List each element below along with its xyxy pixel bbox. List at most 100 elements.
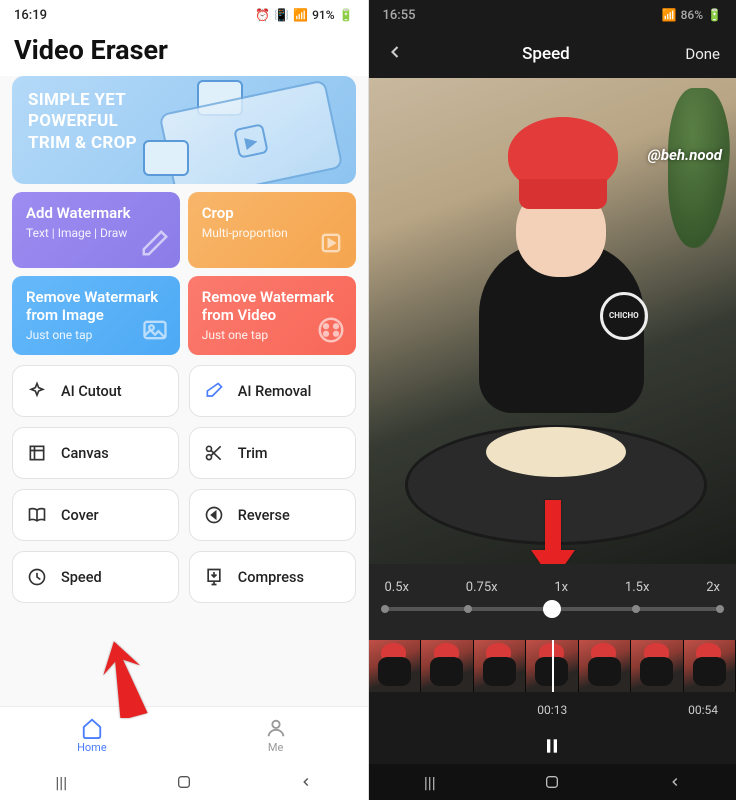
home-button[interactable]	[159, 774, 209, 790]
tool-label: Cover	[61, 507, 99, 524]
back-button[interactable]	[385, 42, 407, 66]
canvas-icon	[27, 443, 47, 463]
back-button[interactable]	[650, 775, 700, 789]
feature-title: Crop	[202, 204, 342, 222]
feature-title: Add Watermark	[26, 204, 166, 222]
shirt-logo: CHICHO	[600, 292, 648, 340]
vibrate-icon: 📳	[274, 8, 289, 22]
hero-decoration	[143, 140, 189, 176]
speed-icon	[27, 567, 47, 587]
speed-label: 0.5x	[385, 580, 410, 595]
speed-handle[interactable]	[543, 600, 561, 618]
recents-button[interactable]: |||	[36, 773, 86, 792]
video-watermark: @beh.nood	[648, 146, 722, 164]
status-bar: 16:19 ⏰ 📳 📶 91% 🔋	[0, 0, 368, 30]
speed-tick	[381, 605, 389, 613]
book-icon	[27, 505, 47, 525]
done-button[interactable]: Done	[685, 45, 720, 63]
recents-button[interactable]: |||	[405, 773, 455, 792]
video-preview[interactable]: CHICHO @beh.nood	[369, 78, 736, 564]
nav-home[interactable]: Home	[0, 707, 184, 764]
battery-text: 86%	[681, 8, 703, 22]
feature-remove-watermark-video[interactable]: Remove Watermark from Video Just one tap	[188, 276, 356, 355]
home-icon	[81, 717, 103, 739]
playhead[interactable]	[552, 640, 554, 692]
speed-label: 1.5x	[625, 580, 650, 595]
tool-ai-removal[interactable]: AI Removal	[189, 365, 356, 417]
back-button[interactable]	[281, 775, 331, 789]
tool-label: Canvas	[61, 445, 109, 462]
reverse-icon	[204, 505, 224, 525]
tool-trim[interactable]: Trim	[189, 427, 356, 479]
tool-speed[interactable]: Speed	[12, 551, 179, 603]
hero-banner[interactable]: SIMPLE YET POWERFUL TRIM & CROP ▶	[12, 76, 356, 184]
time-display: 00:13 00:54	[369, 692, 736, 728]
crop-icon	[316, 228, 346, 258]
home-button[interactable]	[527, 774, 577, 790]
nav-me[interactable]: Me	[184, 707, 368, 764]
pause-button[interactable]	[539, 733, 565, 759]
tool-canvas[interactable]: Canvas	[12, 427, 179, 479]
editor-header: Speed Done	[369, 30, 736, 78]
tool-ai-cutout[interactable]: AI Cutout	[12, 365, 179, 417]
speed-editor-screen: 16:55 📶 86% 🔋 Speed Done CHICHO @beh.noo…	[369, 0, 736, 800]
android-nav: |||	[369, 764, 736, 800]
alarm-icon: ⏰	[255, 8, 270, 22]
timeline-frame	[421, 640, 474, 692]
speed-tick	[464, 605, 472, 613]
timeline-frame	[579, 640, 632, 692]
tool-cover[interactable]: Cover	[12, 489, 179, 541]
battery-icon: 🔋	[707, 8, 722, 22]
chef-hat-shape	[508, 117, 618, 193]
video-timeline[interactable]	[369, 640, 736, 692]
speed-slider-panel: 0.5x 0.75x 1x 1.5x 2x	[369, 564, 736, 640]
pencil-icon	[140, 228, 170, 258]
play-icon: ▶	[233, 123, 269, 159]
tool-label: Compress	[238, 569, 304, 586]
signal-icon: 📶	[662, 8, 677, 22]
speed-tick	[632, 605, 640, 613]
nav-label: Home	[77, 741, 107, 754]
compress-icon	[204, 567, 224, 587]
timeline-frame	[631, 640, 684, 692]
status-icons: ⏰ 📳 📶 91% 🔋	[255, 8, 353, 22]
film-icon	[316, 315, 346, 345]
current-time: 00:13	[537, 703, 567, 717]
tool-label: AI Cutout	[61, 383, 122, 400]
battery-icon: 🔋	[339, 8, 354, 22]
app-title: Video Eraser	[14, 34, 354, 66]
bottom-nav: Home Me	[0, 706, 368, 764]
feature-crop[interactable]: Crop Multi-proportion	[188, 192, 356, 268]
feature-grid: Add Watermark Text | Image | Draw Crop M…	[0, 192, 368, 365]
status-time: 16:19	[14, 8, 47, 23]
speed-tick	[716, 605, 724, 613]
timeline-frame	[474, 640, 527, 692]
speed-labels: 0.5x 0.75x 1x 1.5x 2x	[385, 580, 721, 595]
nav-label: Me	[268, 741, 283, 754]
battery-text: 91%	[312, 8, 334, 22]
speed-label: 0.75x	[466, 580, 498, 595]
tool-grid: AI Cutout AI Removal Canvas Trim Cover R…	[0, 365, 368, 615]
status-bar: 16:55 📶 86% 🔋	[369, 0, 736, 30]
wifi-icon: 📶	[293, 8, 308, 22]
timeline-frame	[684, 640, 736, 692]
speed-label: 1x	[554, 580, 568, 595]
image-icon	[140, 315, 170, 345]
tool-reverse[interactable]: Reverse	[189, 489, 356, 541]
feature-remove-watermark-image[interactable]: Remove Watermark from Image Just one tap	[12, 276, 180, 355]
scissors-icon	[204, 443, 224, 463]
tool-label: Trim	[238, 445, 268, 462]
total-time: 00:54	[688, 703, 718, 717]
tool-compress[interactable]: Compress	[189, 551, 356, 603]
title-bar: Video Eraser	[0, 30, 368, 76]
home-screen: 16:19 ⏰ 📳 📶 91% 🔋 Video Eraser SIMPLE YE…	[0, 0, 369, 800]
page-title: Speed	[522, 44, 570, 64]
sparkle-icon	[27, 381, 47, 401]
speed-slider[interactable]	[385, 607, 721, 611]
speed-label: 2x	[706, 580, 720, 595]
tool-label: Reverse	[238, 507, 290, 524]
android-nav: |||	[0, 764, 368, 800]
plant-decoration	[668, 88, 730, 248]
feature-add-watermark[interactable]: Add Watermark Text | Image | Draw	[12, 192, 180, 268]
tool-label: AI Removal	[238, 383, 312, 400]
